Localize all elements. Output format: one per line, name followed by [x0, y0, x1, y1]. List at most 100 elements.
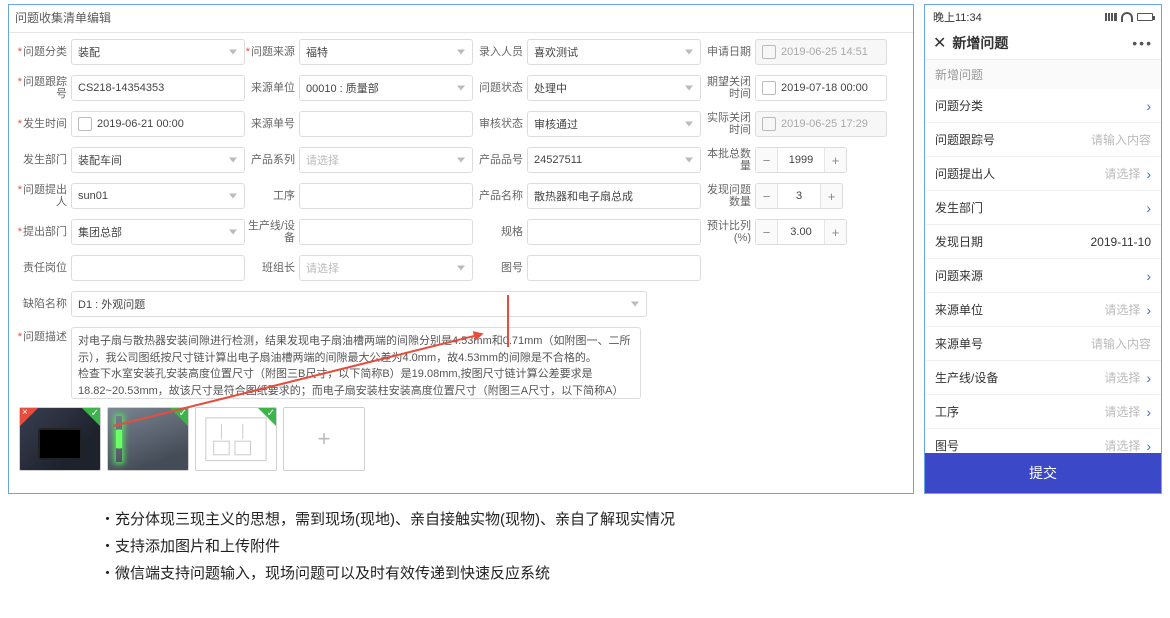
input-process[interactable]	[299, 183, 473, 209]
mobile-row-value: 请输入内容	[1091, 335, 1151, 352]
select-defect-name[interactable]: D1 : 外观问题	[71, 291, 647, 317]
mobile-row-label: 问题跟踪号	[935, 131, 995, 148]
label-review: 审核状态	[473, 118, 527, 131]
label-status: 问题状态	[473, 82, 527, 95]
select-series[interactable]: 请选择	[299, 147, 473, 173]
note-line: 充分体现三现主义的思想，需到现场(现地)、亲自接触实物(现物)、亲自了解现实情况	[100, 506, 675, 533]
mobile-row-label: 来源单位	[935, 301, 983, 318]
date-close-real[interactable]: 2019-06-25 17:29	[755, 111, 887, 137]
mobile-row[interactable]: 问题跟踪号请输入内容	[925, 123, 1161, 157]
label-team-leader: 班组长	[245, 262, 299, 275]
plus-icon: +	[318, 426, 331, 452]
mobile-row[interactable]: 图号请选择›	[925, 429, 1161, 453]
label-found-qty: 发现问题数量	[701, 184, 755, 208]
mobile-row[interactable]: 问题来源›	[925, 259, 1161, 293]
textarea-description[interactable]	[71, 327, 641, 399]
select-product-no[interactable]: 24527511	[527, 147, 701, 173]
input-line[interactable]	[299, 219, 473, 245]
form-area: 问题分类 装配 问题来源 福特 录入人员 喜欢测试 申请日期 2019-06-2…	[9, 33, 913, 399]
mobile-row-value: 请选择	[1104, 301, 1140, 318]
submit-button[interactable]: 提交	[925, 453, 1161, 493]
add-attachment-button[interactable]: +	[283, 407, 365, 471]
label-series: 产品系列	[245, 154, 299, 167]
input-responsible-post[interactable]	[71, 255, 245, 281]
date-close-expect[interactable]: 2019-07-18 00:00	[755, 75, 887, 101]
mobile-row[interactable]: 来源单位 请选择 ›	[925, 293, 1161, 327]
mobile-row-label: 图号	[935, 437, 959, 453]
mobile-row-value: 请选择	[1104, 165, 1140, 182]
mobile-subtitle: 新增问题	[925, 60, 1161, 89]
mobile-row[interactable]: 发生部门 ›	[925, 191, 1161, 225]
select-unit[interactable]: 00010 : 质量部	[299, 75, 473, 101]
mobile-title: 新增问题	[952, 33, 1132, 53]
batch-plus-button[interactable]: +	[824, 148, 846, 172]
mobile-row[interactable]: 问题提出人请选择›	[925, 157, 1161, 191]
label-process: 工序	[245, 190, 299, 203]
label-dept: 发生部门	[17, 154, 71, 167]
mobile-row[interactable]: 发现日期2019-11-10	[925, 225, 1161, 259]
attachment-drawing[interactable]	[195, 407, 277, 471]
input-source-no[interactable]	[299, 111, 473, 137]
select-review-status[interactable]: 审核通过	[527, 111, 701, 137]
chevron-right-icon: ›	[1146, 268, 1151, 284]
label-entry: 录入人员	[473, 46, 527, 59]
status-time: 晚上11:34	[933, 9, 982, 25]
attachment-photo-2[interactable]	[107, 407, 189, 471]
chevron-right-icon: ›	[1146, 302, 1151, 318]
stepper-found-qty[interactable]: − 3 +	[755, 183, 843, 209]
select-category[interactable]: 装配	[71, 39, 245, 65]
mobile-row-value: 请选择	[1104, 403, 1140, 420]
input-product-name[interactable]: 散热器和电子扇总成	[527, 183, 701, 209]
stepper-ratio[interactable]: − 3.00 +	[755, 219, 847, 245]
mobile-row[interactable]: 来源单号请输入内容	[925, 327, 1161, 361]
attachment-photo-1[interactable]	[19, 407, 101, 471]
select-team-leader[interactable]: 请选择	[299, 255, 473, 281]
mobile-row[interactable]: 工序请选择›	[925, 395, 1161, 429]
select-status[interactable]: 处理中	[527, 75, 701, 101]
note-line: 支持添加图片和上传附件	[100, 533, 675, 560]
mobile-form-list: 问题分类›问题跟踪号请输入内容问题提出人请选择›发生部门›发现日期2019-11…	[925, 89, 1161, 453]
date-apply[interactable]: 2019-06-25 14:51	[755, 39, 887, 65]
label-proposer: 问题提出人	[17, 184, 71, 208]
label-defect-name: 缺陷名称	[17, 298, 71, 311]
label-apply-date: 申请日期	[701, 46, 755, 59]
chevron-right-icon: ›	[1146, 98, 1151, 114]
found-plus-button[interactable]: +	[820, 184, 842, 208]
select-propose-dept[interactable]: 集团总部	[71, 219, 245, 245]
mobile-row-label: 发生部门	[935, 199, 983, 216]
select-proposer[interactable]: sun01	[71, 183, 245, 209]
ratio-minus-button[interactable]: −	[756, 220, 778, 244]
date-occur[interactable]: 2019-06-21 00:00	[71, 111, 245, 137]
delete-icon[interactable]	[20, 408, 38, 426]
label-track-no: 问题跟踪号	[17, 76, 71, 100]
back-icon[interactable]: ✕	[933, 33, 946, 53]
label-line: 生产线/设备	[245, 220, 299, 244]
batch-minus-button[interactable]: −	[756, 148, 778, 172]
chevron-right-icon: ›	[1146, 200, 1151, 216]
select-dept[interactable]: 装配车间	[71, 147, 245, 173]
mobile-row-value: 2019-11-10	[1091, 235, 1152, 249]
mobile-row[interactable]: 问题分类›	[925, 89, 1161, 123]
select-entry-person[interactable]: 喜欢测试	[527, 39, 701, 65]
label-description: 问题描述	[17, 327, 71, 344]
mobile-row-label: 工序	[935, 403, 959, 420]
select-source[interactable]: 福特	[299, 39, 473, 65]
input-drawing-no[interactable]	[527, 255, 701, 281]
label-close-expect: 期望关闭时间	[701, 76, 755, 100]
ratio-plus-button[interactable]: +	[824, 220, 846, 244]
mobile-row-label: 生产线/设备	[935, 369, 998, 386]
stepper-batch-qty[interactable]: − 1999 +	[755, 147, 847, 173]
input-spec[interactable]	[527, 219, 701, 245]
found-minus-button[interactable]: −	[756, 184, 778, 208]
mobile-panel: 晚上11:34 ✕ 新增问题 ••• 新增问题 问题分类›问题跟踪号请输入内容问…	[924, 4, 1162, 494]
uploaded-check-icon	[82, 408, 100, 426]
label-source-no: 来源单号	[245, 118, 299, 131]
uploaded-check-icon	[258, 408, 276, 426]
input-track-no[interactable]: CS218-14354353	[71, 75, 245, 101]
label-unit: 来源单位	[245, 82, 299, 95]
more-icon[interactable]: •••	[1132, 35, 1153, 51]
panel-title: 问题收集清单编辑	[9, 5, 913, 33]
battery-icon	[1137, 13, 1153, 21]
chevron-right-icon: ›	[1146, 438, 1151, 454]
mobile-row[interactable]: 生产线/设备请选择›	[925, 361, 1161, 395]
